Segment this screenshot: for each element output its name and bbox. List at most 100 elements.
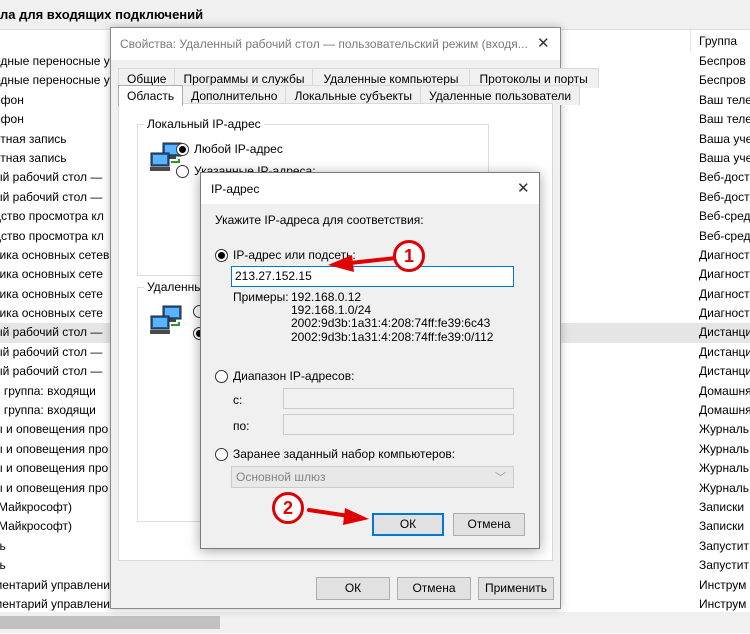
- rule-name-cell: ый рабочий стол —: [0, 170, 103, 185]
- properties-dialog-title: Свойства: Удаленный рабочий стол — польз…: [120, 37, 528, 51]
- rule-group-cell: Диагност: [699, 247, 750, 262]
- rule-name-cell: я группа: входящи: [0, 403, 96, 418]
- rule-group-cell: Ваш теле: [699, 92, 750, 107]
- rule-name-cell: (Майкрософт): [0, 519, 73, 534]
- ip-range-label: Диапазон IP-адресов:: [233, 369, 355, 383]
- ip-dialog-titlebar: IP-адрес ✕: [201, 173, 539, 204]
- rule-group-cell: Веб-сред: [699, 209, 750, 224]
- rule-name-cell: (Майкрософт): [0, 499, 73, 514]
- rule-group-cell: Ваш теле: [699, 112, 750, 127]
- rule-group-cell: Домашня: [699, 383, 750, 398]
- rule-name-cell: ефон: [0, 92, 24, 107]
- specified-ip-radio[interactable]: [176, 165, 189, 178]
- rule-name-cell: ый рабочий стол —: [0, 325, 103, 340]
- properties-ok-button[interactable]: ОК: [316, 577, 390, 600]
- rule-name-cell: дство просмотра кл: [0, 228, 104, 243]
- properties-apply-button[interactable]: Применить: [478, 577, 554, 600]
- annotation-badge-1: 1: [393, 240, 425, 272]
- ip-examples-label: Примеры:: [233, 290, 289, 304]
- annotation-badge-2: 2: [272, 492, 304, 524]
- ip-range-from-input[interactable]: [283, 388, 514, 409]
- rule-group-cell: Домашня: [699, 403, 750, 418]
- annotation-arrow-2-icon: [307, 508, 369, 525]
- rule-group-cell: Дистанци: [699, 364, 750, 379]
- rule-name-cell: ментарий управлени: [0, 577, 110, 592]
- rule-name-cell: тика основных сете: [0, 306, 103, 321]
- group-column-header-label: Группа: [699, 34, 738, 48]
- rule-name-cell: ть: [0, 558, 6, 573]
- rule-group-cell: Журналь: [699, 422, 750, 437]
- rule-name-cell: ы и оповещения про: [0, 480, 109, 495]
- ip-example-4: 2002:9d3b:1a31:4:208:74ff:fe39:0/112: [291, 329, 494, 344]
- ip-range-to-input[interactable]: [283, 414, 514, 435]
- chevron-down-icon: ﹀: [495, 472, 506, 484]
- horizontal-scrollbar[interactable]: [0, 612, 750, 633]
- rule-group-cell: Журналь: [699, 461, 750, 476]
- ip-range-from-label: с:: [233, 393, 243, 407]
- any-ip-radio[interactable]: [176, 143, 189, 156]
- rule-group-cell: Запустит: [699, 538, 749, 553]
- rule-group-cell: Диагност: [699, 286, 750, 301]
- predefined-label: Заранее заданный набор компьютеров:: [233, 447, 456, 461]
- predefined-select-value: Основной шлюз: [236, 470, 326, 484]
- group-column-header[interactable]: Группа: [690, 30, 750, 52]
- rule-group-cell: Инструм: [699, 577, 747, 592]
- ip-ok-button[interactable]: ОК: [372, 513, 444, 536]
- rule-name-cell: ый рабочий стол —: [0, 189, 103, 204]
- tab-local-principals[interactable]: Локальные субъекты: [285, 85, 422, 105]
- tab-advanced[interactable]: Дополнительно: [182, 85, 287, 105]
- ip-range-to-label: по:: [233, 419, 250, 433]
- ip-example-3: 2002:9d3b:1a31:4:208:74ff:fe39:6c43: [291, 316, 491, 331]
- remote-computers-icon: [150, 305, 182, 334]
- rule-name-cell: я группа: входящи: [0, 383, 96, 398]
- ip-subnet-radio[interactable]: [215, 249, 228, 262]
- rule-name-cell: ментарий управлени: [0, 596, 110, 611]
- predefined-radio[interactable]: [215, 448, 228, 461]
- rule-name-cell: етная запись: [0, 150, 67, 165]
- rule-name-cell: ы и оповещения про: [0, 422, 109, 437]
- background-window-title: ла для входящих подключений: [0, 7, 204, 22]
- rule-name-cell: дство просмотра кл: [0, 209, 104, 224]
- rule-group-cell: Дистанци: [699, 344, 750, 359]
- rule-group-cell: Веб-дост: [699, 170, 750, 185]
- ip-dialog-close-icon[interactable]: ✕: [517, 179, 530, 197]
- ip-dialog-title: IP-адрес: [211, 182, 260, 196]
- rule-group-cell: Беспров: [699, 54, 746, 68]
- rule-name-cell: ый рабочий стол —: [0, 364, 103, 379]
- rule-name-cell: тика основных сете: [0, 286, 103, 301]
- rule-group-cell: Веб-сред: [699, 228, 750, 243]
- rule-name-cell: ы и оповещения про: [0, 441, 109, 456]
- rule-name-cell: тика основных сете: [0, 267, 103, 282]
- rule-group-cell: Ваша уче: [699, 131, 750, 146]
- ip-address-dialog: IP-адрес ✕ Укажите IP-адреса для соответ…: [200, 172, 540, 549]
- rule-name-cell: ый рабочий стол —: [0, 344, 103, 359]
- local-ip-groupbox-label: Локальный IP-адрес: [144, 117, 264, 131]
- rule-group-cell: Журналь: [699, 441, 750, 456]
- properties-dialog-titlebar: Свойства: Удаленный рабочий стол — польз…: [111, 28, 560, 60]
- ip-range-radio[interactable]: [215, 370, 228, 383]
- properties-cancel-button[interactable]: Отмена: [397, 577, 471, 600]
- rule-group-cell: Веб-дост: [699, 189, 750, 204]
- rule-group-cell: Дистанци: [699, 325, 750, 340]
- rule-name-cell: ефон: [0, 112, 24, 127]
- rule-group-cell: Журналь: [699, 480, 750, 495]
- rule-group-cell: Запустит: [699, 558, 749, 573]
- rule-group-cell: Записки: [699, 519, 745, 534]
- tab-scope[interactable]: Область: [118, 85, 184, 106]
- tabs-row-2: Область Дополнительно Локальные субъекты…: [118, 85, 581, 106]
- rule-group-cell: Диагност: [699, 267, 750, 282]
- properties-close-icon[interactable]: ✕: [537, 34, 550, 52]
- predefined-select[interactable]: Основной шлюз ﹀: [231, 466, 514, 488]
- background-window-titlebar: ла для входящих подключений: [0, 0, 750, 30]
- ip-cancel-button[interactable]: Отмена: [453, 513, 525, 536]
- tab-remote-users[interactable]: Удаленные пользователи: [420, 85, 581, 105]
- rule-name-cell: одные переносные у: [0, 73, 110, 88]
- horizontal-scrollbar-thumb[interactable]: [0, 616, 220, 629]
- rule-group-cell: Беспров: [699, 73, 746, 88]
- rule-group-cell: Инструм: [699, 596, 747, 611]
- rule-group-cell: Диагност: [699, 306, 750, 321]
- rule-group-cell: Записки: [699, 499, 745, 514]
- ip-instruction-text: Укажите IP-адреса для соответствия:: [215, 213, 424, 227]
- rule-name-cell: одные переносные у: [0, 54, 110, 68]
- rule-name-cell: етная запись: [0, 131, 67, 146]
